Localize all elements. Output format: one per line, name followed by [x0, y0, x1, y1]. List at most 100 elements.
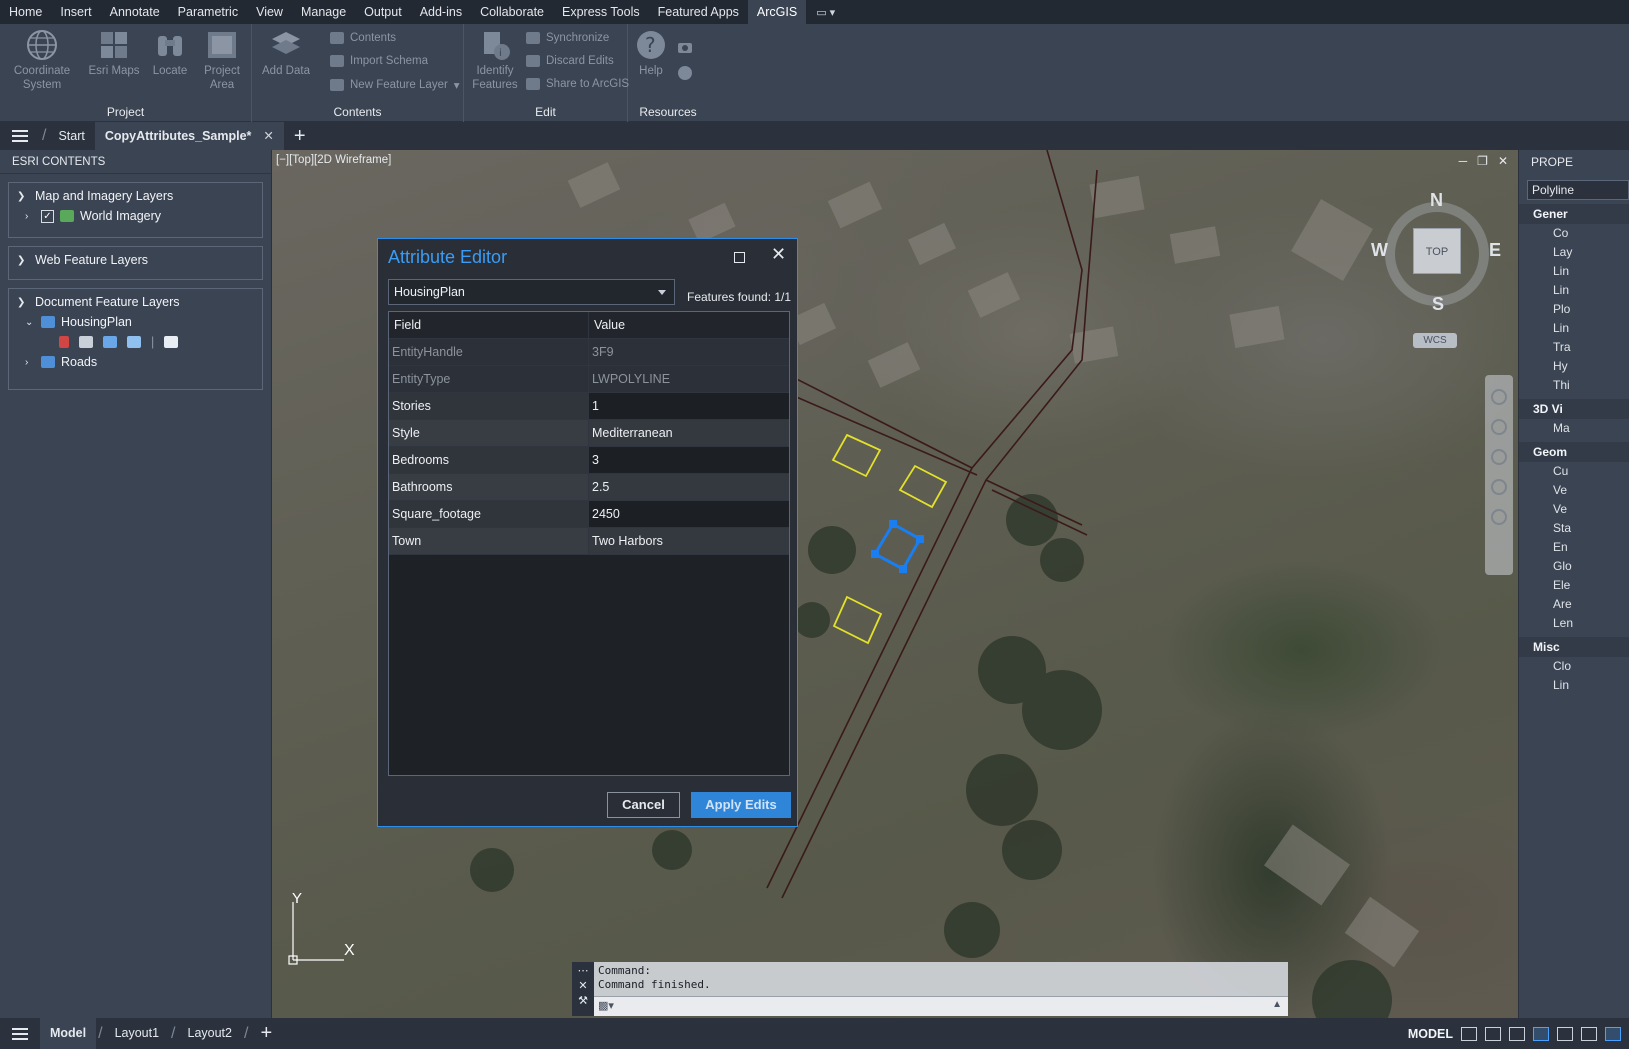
grip-icon[interactable]: ⋯	[572, 964, 594, 977]
maximize-icon[interactable]	[734, 252, 745, 263]
world-imagery-checkbox[interactable]: ✓	[41, 209, 54, 223]
general-property-row[interactable]: Lin	[1519, 262, 1629, 281]
selection-cycling-icon[interactable]	[1605, 1026, 1621, 1041]
discard-edits-button[interactable]: Discard Edits	[526, 55, 614, 67]
value-bathrooms-input[interactable]: 2.5	[589, 474, 789, 500]
globe-small-icon[interactable]	[676, 64, 694, 82]
polar-tracking-icon[interactable]	[1533, 1026, 1549, 1041]
application-menu-icon[interactable]	[0, 122, 40, 150]
orbit-icon[interactable]	[1491, 479, 1507, 495]
project-area-button[interactable]: Project Area	[196, 28, 248, 92]
identify-features-button[interactable]: i Identify Features	[470, 28, 520, 92]
menu-featured-apps[interactable]: Featured Apps	[649, 0, 748, 24]
esri-maps-button[interactable]: Esri Maps	[86, 28, 142, 78]
model-space-toggle[interactable]: MODEL	[1408, 1027, 1453, 1041]
chevron-right-icon[interactable]: ›	[25, 211, 35, 222]
general-property-row[interactable]: Lin	[1519, 281, 1629, 300]
workspace-dropdown-icon[interactable]: ▭ ▾	[806, 6, 845, 19]
general-property-row[interactable]: Hy	[1519, 357, 1629, 376]
showmotion-icon[interactable]	[1491, 509, 1507, 525]
tab-current-drawing[interactable]: CopyAttributes_Sample* ✕	[94, 122, 284, 150]
housingplan-row[interactable]: ⌄ HousingPlan	[9, 311, 262, 331]
general-property-row[interactable]: Plo	[1519, 300, 1629, 319]
geometry-property-row[interactable]: Sta	[1519, 519, 1629, 538]
minimize-viewport-icon[interactable]: ─	[1459, 154, 1468, 168]
menu-annotate[interactable]: Annotate	[101, 0, 169, 24]
tab-start[interactable]: Start	[48, 122, 94, 150]
viewcube[interactable]: TOP N S E W WCS	[1367, 190, 1507, 350]
category-misc[interactable]: Misc	[1519, 637, 1629, 657]
new-feature-layer-button[interactable]: New Feature Layer ▾	[330, 78, 460, 92]
menu-output[interactable]: Output	[355, 0, 411, 24]
menu-collaborate[interactable]: Collaborate	[471, 0, 553, 24]
geometry-property-row[interactable]: Are	[1519, 595, 1629, 614]
geometry-property-row[interactable]: Ve	[1519, 500, 1629, 519]
value-bedrooms-input[interactable]: 3	[589, 447, 789, 473]
object-snap-icon[interactable]	[1581, 1026, 1597, 1041]
geometry-property-row[interactable]: Cu	[1519, 462, 1629, 481]
compass-north[interactable]: N	[1430, 190, 1443, 211]
menu-insert[interactable]: Insert	[51, 0, 100, 24]
contents-button[interactable]: Contents	[330, 32, 396, 44]
world-imagery-row[interactable]: › ✓ World Imagery	[9, 205, 262, 225]
isodraft-icon[interactable]	[1557, 1026, 1573, 1041]
camera-icon[interactable]	[676, 38, 694, 56]
customize-wrench-icon[interactable]: ⚒	[572, 994, 594, 1007]
misc-property-row[interactable]: Clo	[1519, 657, 1629, 676]
locate-button[interactable]: Locate	[146, 28, 194, 78]
help-button[interactable]: ? Help	[634, 28, 668, 78]
web-feature-header[interactable]: ❯ Web Feature Layers	[9, 251, 262, 269]
compass-east[interactable]: E	[1489, 240, 1501, 261]
new-layout-icon[interactable]: +	[250, 1022, 282, 1045]
geometry-property-row[interactable]: En	[1519, 538, 1629, 557]
category-3d-visualization[interactable]: 3D Vi	[1519, 399, 1629, 419]
zoom-to-layer-icon[interactable]	[164, 336, 179, 348]
menu-view[interactable]: View	[247, 0, 292, 24]
command-input[interactable]: ▩▾ ▲	[594, 996, 1288, 1016]
compass-south[interactable]: S	[1432, 294, 1444, 315]
compass-west[interactable]: W	[1371, 240, 1388, 261]
general-property-row[interactable]: Tra	[1519, 338, 1629, 357]
new-tab-icon[interactable]: +	[284, 125, 316, 148]
tab-layout1[interactable]: Layout1	[105, 1018, 169, 1049]
snap-icon[interactable]	[1485, 1026, 1501, 1041]
grid-icon[interactable]	[1461, 1026, 1477, 1041]
coordinate-system-button[interactable]: Coordinate System	[8, 28, 76, 92]
command-history-toggle-icon[interactable]: ▲	[1272, 999, 1282, 1010]
value-style-input[interactable]: Mediterranean	[589, 420, 789, 446]
close-viewport-icon[interactable]: ✕	[1498, 154, 1508, 168]
ortho-icon[interactable]	[1509, 1026, 1525, 1041]
viewcube-top-face[interactable]: TOP	[1413, 228, 1461, 274]
command-prompt-icon[interactable]: ▩▾	[598, 999, 614, 1012]
menu-add-ins[interactable]: Add-ins	[411, 0, 471, 24]
selected-parcel[interactable]	[871, 520, 924, 573]
geometry-property-row[interactable]: Ele	[1519, 576, 1629, 595]
attribute-table-icon[interactable]	[79, 336, 93, 348]
steering-wheel-icon[interactable]	[1491, 389, 1507, 405]
3d-property-row[interactable]: Ma	[1519, 419, 1629, 438]
menu-manage[interactable]: Manage	[292, 0, 355, 24]
tab-model[interactable]: Model	[40, 1018, 97, 1049]
select-features-icon[interactable]	[103, 336, 117, 348]
geometry-property-row[interactable]: Ve	[1519, 481, 1629, 500]
cancel-button[interactable]: Cancel	[607, 792, 680, 818]
object-type-select[interactable]: Polyline	[1527, 180, 1629, 200]
zoom-icon[interactable]	[1491, 449, 1507, 465]
close-tab-icon[interactable]: ✕	[263, 122, 273, 150]
chevron-down-icon[interactable]: ⌄	[25, 317, 35, 328]
copy-attributes-icon[interactable]	[127, 336, 141, 348]
synchronize-button[interactable]: Synchronize	[526, 32, 609, 44]
general-property-row[interactable]: Lay	[1519, 243, 1629, 262]
close-icon[interactable]: ✕	[771, 244, 786, 265]
menu-express-tools[interactable]: Express Tools	[553, 0, 649, 24]
geometry-property-row[interactable]: Len	[1519, 614, 1629, 633]
map-imagery-header[interactable]: ❯ Map and Imagery Layers	[9, 187, 262, 205]
apply-edits-button[interactable]: Apply Edits	[691, 792, 791, 818]
misc-property-row[interactable]: Lin	[1519, 676, 1629, 695]
category-general[interactable]: Gener	[1519, 204, 1629, 224]
import-schema-button[interactable]: Import Schema	[330, 55, 428, 67]
roads-row[interactable]: › Roads	[9, 351, 262, 371]
viewport-controls-label[interactable]: [−][Top][2D Wireframe]	[276, 154, 391, 166]
feature-layer-select[interactable]: HousingPlan	[388, 279, 675, 305]
value-town-input[interactable]: Two Harbors	[589, 528, 789, 554]
